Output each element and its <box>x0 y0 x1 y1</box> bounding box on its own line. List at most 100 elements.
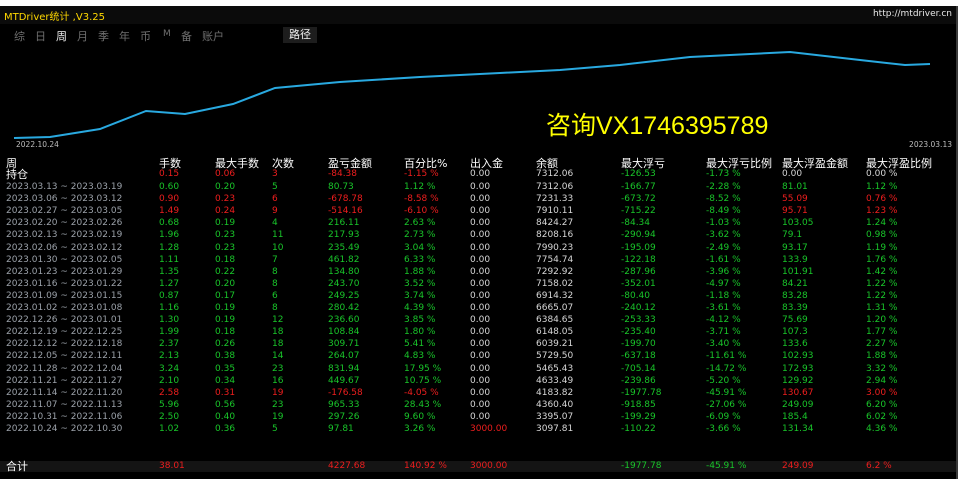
cell-pl: 280.42 <box>328 303 360 313</box>
cell-balance: 7990.23 <box>536 242 574 253</box>
cell-max-float-profit-pct: 1.22 % <box>866 278 898 289</box>
cell-io: 0.00 <box>470 315 491 326</box>
cell-io: 0.00 <box>470 254 491 265</box>
cell-pct: 4.83 % <box>404 351 436 362</box>
cell-period: 2023.01.30 ~ 2023.02.05 <box>6 254 123 265</box>
cell-period: 2022.11.14 ~ 2022.11.20 <box>6 387 123 398</box>
cell-max-float-loss-pct: -1.18 % <box>706 290 741 301</box>
cell-pl: 249.25 <box>328 290 360 301</box>
cell-max-lots: 0.20 <box>215 278 236 289</box>
cell-lots: 1.27 <box>159 278 180 289</box>
cell-max-float-loss-pct: -2.49 % <box>706 242 741 253</box>
cell-max-float-loss-pct: -8.49 % <box>706 206 741 217</box>
cell-max-float-loss-pct: -4.12 % <box>706 315 741 326</box>
cell-max-float-profit: 75.69 <box>782 315 808 326</box>
cell-lots: 1.11 <box>159 254 180 265</box>
cell-lots: 1.02 <box>159 424 180 434</box>
cell-max-float-loss-pct: -45.91 % <box>706 387 747 398</box>
cell-lots: 2.50 <box>159 411 180 422</box>
cell-count: 14 <box>272 351 284 362</box>
cell-max-float-profit-pct: 2.94 % <box>866 375 898 386</box>
cell-count: 5 <box>272 424 278 434</box>
cell-max-float-profit: 131.34 <box>782 424 814 434</box>
cell-balance: 7312.06 <box>536 182 574 192</box>
cell-max-float-profit-pct: 2.27 % <box>866 339 898 350</box>
cell-pl: 309.71 <box>328 339 360 350</box>
cell-period: 2023.01.09 ~ 2023.01.15 <box>6 290 123 301</box>
cell-period: 2023.01.23 ~ 2023.01.29 <box>6 266 123 277</box>
cell-lots: 5.96 <box>159 399 180 410</box>
cell-lots: 0.60 <box>159 182 180 192</box>
cell-max-float-profit: 103.05 <box>782 218 814 229</box>
cell-io: 0.00 <box>470 230 491 241</box>
cell-max-float-loss: -253.33 <box>621 315 656 326</box>
cell-period: 2023.03.13 ~ 2023.03.19 <box>6 182 123 192</box>
cell-count: 6 <box>272 290 278 301</box>
cell-max-lots: 0.18 <box>215 254 236 265</box>
cell-pl: 264.07 <box>328 351 360 362</box>
cell-max-float-profit-pct: 4.36 % <box>866 424 898 434</box>
cell-lots: 1.49 <box>159 206 180 217</box>
table-row: 2023.03.06 ~ 2023.03.12 0.90 0.23 6 -678.78 -… <box>0 194 956 205</box>
cell-pct: 3.74 % <box>404 290 436 301</box>
cell-max-float-profit: 84.21 <box>782 278 808 289</box>
cell-max-float-loss-pct: -4.97 % <box>706 278 741 289</box>
cell-pl: 965.33 <box>328 399 360 410</box>
cell-lots: 2.13 <box>159 351 180 362</box>
cell-lots: 38.01 <box>159 461 185 471</box>
chart-start-date: 2022.10.24 <box>16 140 59 149</box>
cell-max-lots: 0.40 <box>215 411 236 422</box>
cell-max-float-profit-pct: 1.12 % <box>866 182 898 192</box>
cell-max-float-loss: -199.70 <box>621 339 656 350</box>
cell-pl: 235.49 <box>328 242 360 253</box>
cell-max-float-profit: 172.93 <box>782 363 814 374</box>
cell-max-float-profit-pct: 0.76 % <box>866 194 898 205</box>
cell-max-float-profit: 55.09 <box>782 194 808 205</box>
total-row: 合计 38.01 4227.68 140.92 % 3000.00 -1977.78 -45… <box>0 461 956 472</box>
cell-count: 16 <box>272 375 284 386</box>
cell-pct: 2.73 % <box>404 230 436 241</box>
cell-pl: 80.73 <box>328 182 354 192</box>
cell-pl: 134.80 <box>328 266 360 277</box>
cell-balance: 6384.65 <box>536 315 574 326</box>
cell-lots: 1.35 <box>159 266 180 277</box>
cell-period: 2023.01.16 ~ 2023.01.22 <box>6 278 123 289</box>
cell-max-float-profit: 0.00 <box>782 169 803 179</box>
cell-max-lots: 0.26 <box>215 339 236 350</box>
cell-pct: 3.26 % <box>404 424 436 434</box>
cell-max-float-loss: -1977.78 <box>621 461 662 471</box>
cell-count: 6 <box>272 194 278 205</box>
cell-max-lots: 0.06 <box>215 169 236 179</box>
cell-count: 23 <box>272 399 284 410</box>
table-row: 2022.11.14 ~ 2022.11.20 2.58 0.31 19 -176.58… <box>0 388 956 399</box>
website-link[interactable]: http://mtdriver.cn <box>873 9 952 19</box>
cell-pct: -4.05 % <box>404 387 439 398</box>
cell-max-float-profit-pct: 1.24 % <box>866 218 898 229</box>
table-row: 2023.02.06 ~ 2023.02.12 1.28 0.23 10 235.49 3… <box>0 243 956 254</box>
cell-max-float-loss: -122.18 <box>621 254 656 265</box>
cell-max-float-loss-pct: -8.52 % <box>706 194 741 205</box>
cell-pl: 831.94 <box>328 363 360 374</box>
cell-period: 2022.10.24 ~ 2022.10.30 <box>6 424 123 434</box>
tab-magic[interactable]: M <box>163 29 171 39</box>
cell-pl: -678.78 <box>328 194 363 205</box>
equity-chart <box>13 50 931 139</box>
cell-max-lots: 0.36 <box>215 424 236 434</box>
cell-io: 0.00 <box>470 303 491 313</box>
cell-pl: -84.38 <box>328 169 358 179</box>
cell-max-float-profit: 81.01 <box>782 182 808 192</box>
cell-max-float-loss: -673.72 <box>621 194 656 205</box>
cell-max-float-loss-pct: -3.71 % <box>706 327 741 338</box>
cell-max-lots: 0.22 <box>215 266 236 277</box>
cell-max-lots: 0.20 <box>215 182 236 192</box>
cell-count: 10 <box>272 242 284 253</box>
cell-pct: 9.60 % <box>404 411 436 422</box>
cell-max-float-profit: 83.39 <box>782 303 808 313</box>
cell-max-float-loss-pct: -3.40 % <box>706 339 741 350</box>
cell-io: 0.00 <box>470 169 491 179</box>
cell-count: 12 <box>272 315 284 326</box>
cell-lots: 0.68 <box>159 218 180 229</box>
cell-count: 3 <box>272 169 278 179</box>
cell-max-float-loss: -110.22 <box>621 424 656 434</box>
cell-period: 持仓 <box>6 168 28 181</box>
